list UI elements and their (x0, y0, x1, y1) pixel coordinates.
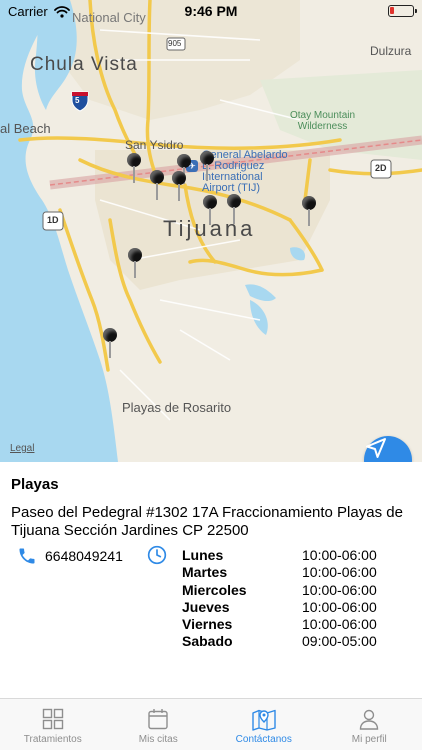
location-pin[interactable] (302, 196, 316, 226)
map-label-rosarito: Playas de Rosarito (122, 400, 232, 415)
hours-time: 10:00-06:00 (302, 581, 377, 598)
status-bar: Carrier 9:46 PM (0, 0, 422, 22)
map-label-dulzura: Dulzura (370, 44, 412, 58)
location-pin[interactable] (203, 195, 217, 225)
location-address: Paseo del Pedegral #1302 17A Fraccionami… (11, 504, 403, 539)
navigation-arrow-icon (366, 438, 386, 458)
phone-number: 6648049241 (45, 548, 123, 564)
location-pin[interactable] (150, 170, 164, 200)
battery-icon (388, 5, 417, 17)
hours-day: Viernes (182, 616, 233, 633)
map-view[interactable]: National City Chula Vista al Beach Dulzu… (0, 0, 422, 462)
hours-row: Miercoles 10:00-06:00 (182, 582, 382, 599)
status-time: 9:46 PM (184, 3, 238, 19)
location-pin[interactable] (227, 194, 241, 224)
tab-label: Mi perfil (351, 734, 387, 745)
calendar-icon (148, 709, 168, 730)
hours-time: 10:00-06:00 (302, 616, 377, 633)
tab-contactanos[interactable]: Contáctanos (211, 699, 317, 750)
phone-icon (19, 548, 35, 564)
hours-time: 10:00-06:00 (302, 598, 377, 615)
phone-link[interactable]: 6648049241 (17, 546, 123, 566)
map-label-chula-vista: Chula Vista (30, 54, 138, 75)
hours-day: Miercoles (182, 581, 247, 598)
tab-label: Contáctanos (235, 734, 292, 745)
hours-day: Jueves (182, 598, 230, 615)
hours-row: Viernes 10:00-06:00 (182, 616, 382, 633)
map-label-beach: al Beach (0, 121, 51, 136)
route-1d-shield: 1D (47, 215, 59, 225)
tab-mis-citas[interactable]: Mis citas (106, 699, 212, 750)
map-label-san-ysidro: San Ysidro (125, 138, 184, 152)
location-pin[interactable] (103, 328, 117, 358)
grid-icon (42, 708, 63, 730)
map-label-otay: Otay Mountain Wilderness (290, 110, 356, 132)
person-icon (360, 709, 379, 730)
location-pin[interactable] (127, 153, 141, 183)
tab-label: Mis citas (138, 734, 178, 745)
map-legal-link[interactable]: Legal (10, 443, 34, 454)
location-pin[interactable] (172, 171, 186, 201)
location-name: Playas (11, 476, 59, 493)
hours-day: Martes (182, 564, 228, 581)
tab-label: Tratamientos (23, 734, 82, 745)
map-label-airport: General Abelardo L. Rodriguez Internatio… (202, 149, 288, 194)
route-905-shield: 905 (168, 39, 182, 48)
location-pin[interactable] (128, 248, 142, 278)
hours-row: Jueves 10:00-06:00 (182, 599, 382, 616)
opening-hours: Lunes 10:00-06:00 Martes 10:00-06:00 Mie… (182, 547, 382, 651)
hours-day: Sabado (182, 633, 233, 650)
hours-row: Martes 10:00-06:00 (182, 564, 382, 581)
tab-tratamientos[interactable]: Tratamientos (0, 699, 106, 750)
hours-day: Lunes (182, 547, 224, 563)
clock-icon (147, 545, 167, 565)
route-2d-shield: 2D (375, 163, 387, 173)
hours-time: 10:00-06:00 (302, 547, 377, 563)
map-pin-icon (252, 709, 276, 731)
hours-row: Sabado 09:00-05:00 (182, 633, 382, 650)
location-pin[interactable] (200, 151, 214, 181)
hours-time: 10:00-06:00 (302, 564, 377, 581)
interstate-5-shield: 5 (75, 96, 80, 105)
tab-bar: Tratamientos Mis citas Contáctanos Mi pe… (0, 698, 422, 750)
tab-mi-perfil[interactable]: Mi perfil (317, 699, 422, 750)
hours-row: Lunes 10:00-06:00 (182, 547, 382, 564)
hours-time: 09:00-05:00 (302, 633, 377, 650)
